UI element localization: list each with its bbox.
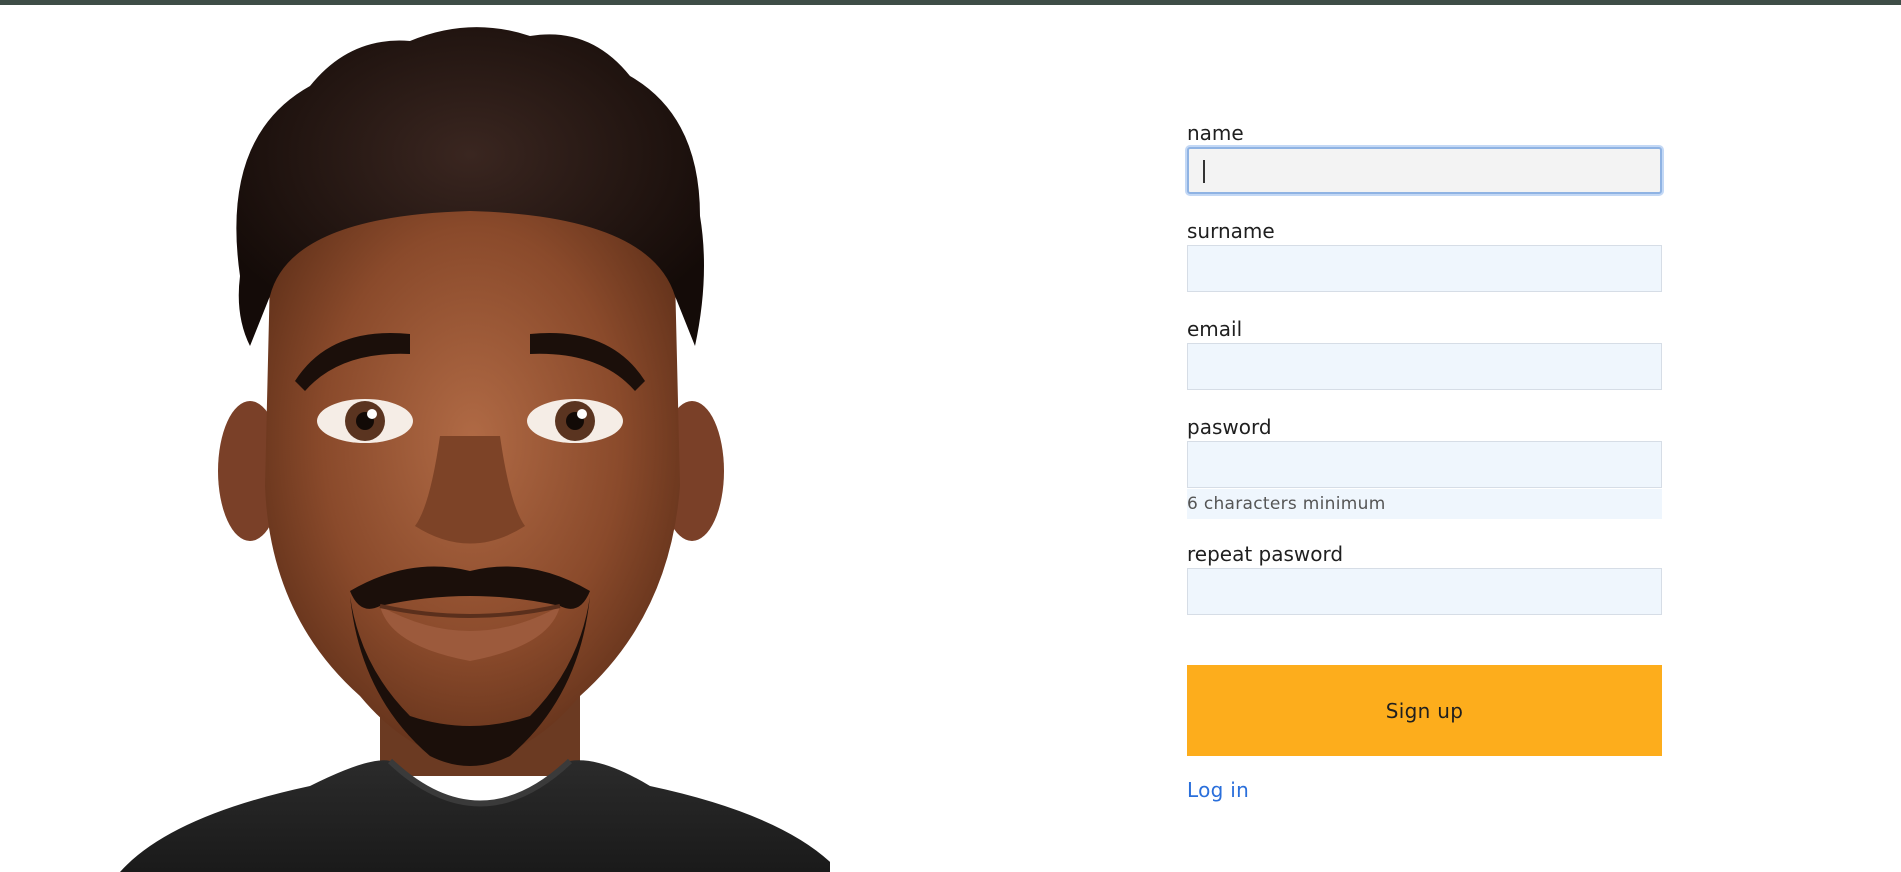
avatar-illustration: [110, 16, 830, 872]
password-field: pasword 6 characters minimum: [1187, 414, 1662, 519]
password-hint: 6 characters minimum: [1187, 489, 1662, 519]
name-label: name: [1187, 121, 1244, 145]
text-caret: [1203, 160, 1205, 183]
signup-form: name surname email pasword 6 characters …: [1187, 120, 1662, 802]
name-field: name: [1187, 120, 1662, 194]
email-input[interactable]: [1187, 343, 1662, 390]
email-label: email: [1187, 317, 1243, 341]
email-field: email: [1187, 316, 1662, 390]
avatar-svg: [120, 27, 830, 872]
surname-label: surname: [1187, 219, 1275, 243]
log-in-link[interactable]: Log in: [1187, 778, 1249, 802]
password-label: pasword: [1187, 415, 1272, 439]
name-input[interactable]: [1187, 147, 1662, 194]
repeat-password-label: repeat pasword: [1187, 542, 1344, 566]
password-input[interactable]: [1187, 441, 1662, 488]
login-row: Log in: [1187, 778, 1662, 802]
top-bar: [0, 0, 1901, 5]
surname-field: surname: [1187, 218, 1662, 292]
surname-input[interactable]: [1187, 245, 1662, 292]
repeat-password-input[interactable]: [1187, 568, 1662, 615]
repeat-password-field: repeat pasword: [1187, 541, 1662, 615]
sign-up-button[interactable]: Sign up: [1187, 665, 1662, 756]
